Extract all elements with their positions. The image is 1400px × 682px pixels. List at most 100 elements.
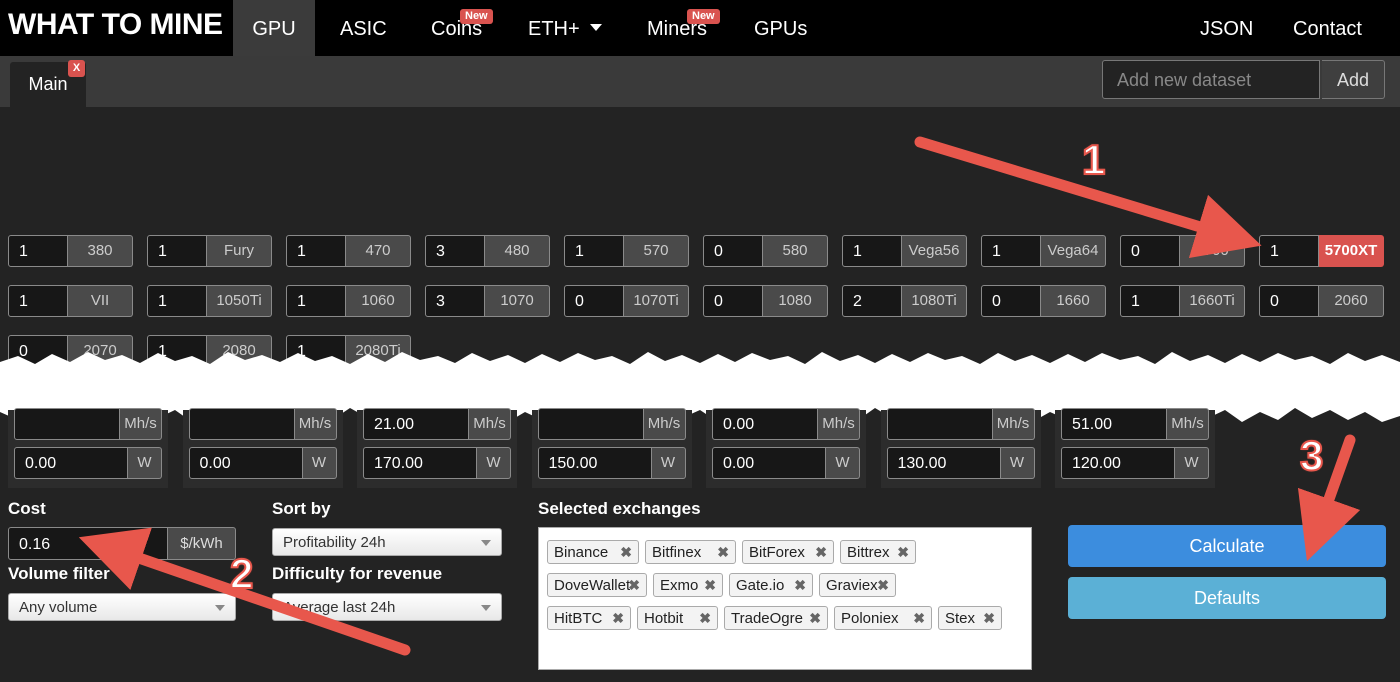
- gpu-count-input[interactable]: 3: [425, 285, 485, 317]
- gpu-count-input[interactable]: 1: [147, 235, 207, 267]
- hashrate-input[interactable]: [14, 408, 120, 440]
- exchange-chip[interactable]: HitBTC ✖: [547, 606, 631, 630]
- gpu-count-input[interactable]: 1: [8, 285, 68, 317]
- gpu-model-label[interactable]: 470: [346, 235, 411, 267]
- gpu-model-label[interactable]: 2060: [1319, 285, 1384, 317]
- remove-exchange-icon[interactable]: ✖: [620, 541, 632, 564]
- exchange-chip[interactable]: Stex ✖: [938, 606, 1002, 630]
- gpu-model-label[interactable]: Fury: [207, 235, 272, 267]
- remove-exchange-icon[interactable]: ✖: [809, 607, 821, 630]
- gpu-count-input[interactable]: 1: [1259, 235, 1319, 267]
- gpu-count-input[interactable]: 1: [286, 285, 346, 317]
- gpu-count-input[interactable]: 1: [1120, 285, 1180, 317]
- hashrate-input[interactable]: [886, 408, 993, 440]
- brand-logo[interactable]: WHAT TO MINE: [8, 8, 223, 42]
- gpu-count-input[interactable]: 3: [425, 235, 485, 267]
- gpu-model-label[interactable]: 1080: [763, 285, 828, 317]
- gpu-model-label[interactable]: 1060: [346, 285, 411, 317]
- volume-filter-select[interactable]: Any volume: [8, 593, 236, 621]
- remove-exchange-icon[interactable]: ✖: [699, 607, 711, 630]
- nav-gpus[interactable]: GPUs: [754, 0, 807, 56]
- power-input[interactable]: 0.00: [712, 447, 826, 479]
- remove-exchange-icon[interactable]: ✖: [897, 541, 909, 564]
- gpu-model-label[interactable]: 1080Ti: [902, 285, 967, 317]
- nav-asic[interactable]: ASIC: [340, 0, 387, 56]
- exchange-chip[interactable]: DoveWallet ✖: [547, 573, 647, 597]
- gpu-count-input[interactable]: 1: [564, 235, 624, 267]
- remove-exchange-icon[interactable]: ✖: [913, 607, 925, 630]
- power-input[interactable]: 0.00: [14, 447, 128, 479]
- gpu-count-input[interactable]: 1: [147, 285, 207, 317]
- hashrate-input[interactable]: 51.00: [1061, 408, 1167, 440]
- exchange-chip[interactable]: Hotbit ✖: [637, 606, 718, 630]
- remove-exchange-icon[interactable]: ✖: [815, 541, 827, 564]
- hashrate-input[interactable]: 0.00: [712, 408, 818, 440]
- exchange-chip[interactable]: BitForex ✖: [742, 540, 834, 564]
- difficulty-select[interactable]: Average last 24h: [272, 593, 502, 621]
- power-input[interactable]: 130.00: [886, 447, 1001, 479]
- gpu-count-input[interactable]: 0: [564, 285, 624, 317]
- gpu-model-label[interactable]: 1070: [485, 285, 550, 317]
- gpu-count-input[interactable]: 1: [842, 235, 902, 267]
- defaults-button[interactable]: Defaults: [1068, 577, 1386, 619]
- remove-exchange-icon[interactable]: ✖: [704, 574, 716, 597]
- gpu-model-label[interactable]: Vega56: [902, 235, 967, 267]
- exchange-chip[interactable]: Bittrex ✖: [840, 540, 916, 564]
- hashrate-input[interactable]: [537, 408, 644, 440]
- nav-eth-dropdown[interactable]: ETH+: [528, 0, 602, 56]
- gpu-count-input[interactable]: 0: [1120, 235, 1180, 267]
- exchange-chip[interactable]: Exmo ✖: [653, 573, 723, 597]
- gpu-model-label[interactable]: 1660Ti: [1180, 285, 1245, 317]
- nav-json[interactable]: JSON: [1200, 0, 1253, 56]
- sort-by-select[interactable]: Profitability 24h: [272, 528, 502, 556]
- gpu-model-label[interactable]: 580: [763, 235, 828, 267]
- gpu-model-label[interactable]: 5700XT: [1319, 235, 1384, 267]
- gpu-count-input[interactable]: 1: [981, 235, 1041, 267]
- exchange-chip[interactable]: Gate.io ✖: [729, 573, 813, 597]
- gpu-model-label[interactable]: 1070Ti: [624, 285, 689, 317]
- remove-exchange-icon[interactable]: ✖: [612, 607, 624, 630]
- nav-gpu[interactable]: GPU: [233, 0, 315, 56]
- gpu-card: 0 5700: [1120, 235, 1245, 267]
- gpu-count-input[interactable]: 2: [842, 285, 902, 317]
- gpu-count-input[interactable]: 0: [703, 285, 763, 317]
- gpu-model-label[interactable]: 1660: [1041, 285, 1106, 317]
- exchange-chip[interactable]: Poloniex ✖: [834, 606, 932, 630]
- hashrate-unit: Mh/s: [469, 408, 511, 440]
- power-input[interactable]: 120.00: [1061, 447, 1175, 479]
- gpu-model-label[interactable]: 570: [624, 235, 689, 267]
- exchange-chip[interactable]: TradeOgre ✖: [724, 606, 828, 630]
- remove-exchange-icon[interactable]: ✖: [983, 607, 995, 630]
- calculate-button[interactable]: Calculate: [1068, 525, 1386, 567]
- exchange-chip[interactable]: Binance ✖: [547, 540, 639, 564]
- hashrate-input[interactable]: 21.00: [363, 408, 469, 440]
- gpu-model-label[interactable]: VII: [68, 285, 133, 317]
- gpu-count-input[interactable]: 1: [8, 235, 68, 267]
- add-dataset-button[interactable]: Add: [1322, 60, 1385, 99]
- power-input[interactable]: 0.00: [188, 447, 303, 479]
- tab-close-icon[interactable]: X: [68, 60, 85, 77]
- hashrate-input[interactable]: [188, 408, 295, 440]
- exchange-chip[interactable]: Bitfinex ✖: [645, 540, 736, 564]
- gpu-model-label[interactable]: 1050Ti: [207, 285, 272, 317]
- remove-exchange-icon[interactable]: ✖: [628, 574, 640, 597]
- cost-input[interactable]: 0.16: [8, 527, 168, 560]
- gpu-count-input[interactable]: 0: [981, 285, 1041, 317]
- nav-contact[interactable]: Contact: [1293, 0, 1362, 56]
- gpu-model-label[interactable]: Vega64: [1041, 235, 1106, 267]
- gpu-model-label[interactable]: 5700: [1180, 235, 1245, 267]
- gpu-model-label[interactable]: 480: [485, 235, 550, 267]
- gpu-count-input[interactable]: 0: [703, 235, 763, 267]
- gpu-model-label[interactable]: 380: [68, 235, 133, 267]
- add-dataset-input[interactable]: Add new dataset: [1102, 60, 1320, 99]
- power-input[interactable]: 170.00: [363, 447, 477, 479]
- gpu-count-input[interactable]: 1: [286, 235, 346, 267]
- exchanges-multiselect[interactable]: Binance ✖ Bitfinex ✖ BitForex ✖ Bittrex ✖ DoveWa…: [538, 527, 1032, 670]
- remove-exchange-icon[interactable]: ✖: [794, 574, 806, 597]
- remove-exchange-icon[interactable]: ✖: [717, 541, 729, 564]
- power-input[interactable]: 150.00: [537, 447, 652, 479]
- exchange-chip[interactable]: Graviex ✖: [819, 573, 896, 597]
- exchange-chip-label: Bittrex: [847, 544, 890, 561]
- gpu-count-input[interactable]: 0: [1259, 285, 1319, 317]
- remove-exchange-icon[interactable]: ✖: [877, 574, 889, 597]
